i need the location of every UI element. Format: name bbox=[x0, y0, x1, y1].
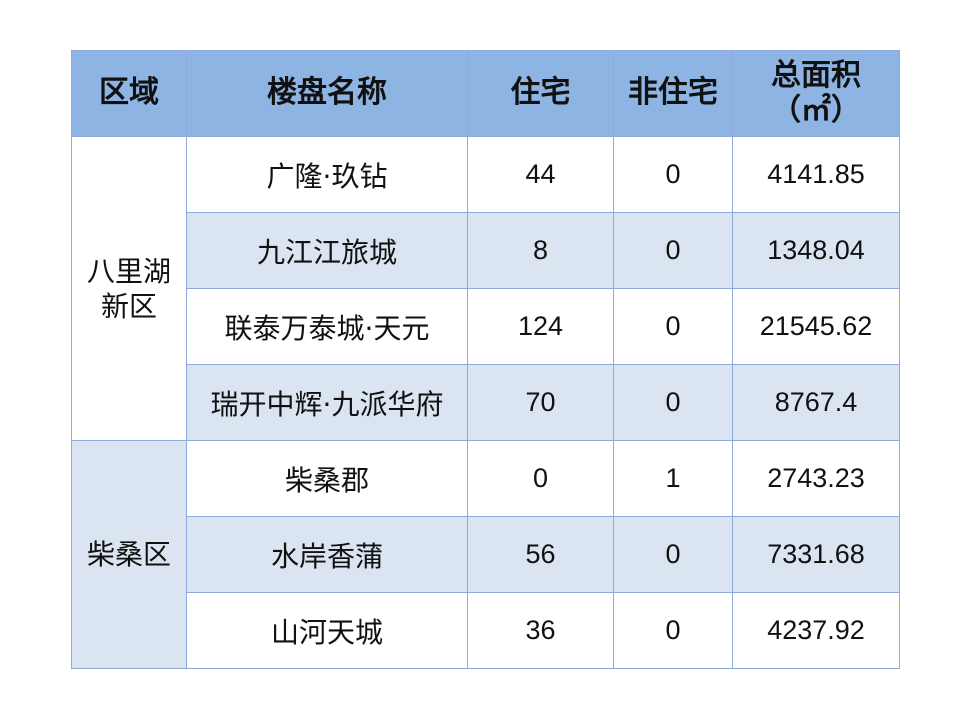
table-header-row: 区域 楼盘名称 住宅 非住宅 总面积 （㎡） bbox=[71, 50, 900, 137]
housing-table: 区域 楼盘名称 住宅 非住宅 总面积 （㎡） 八里湖 新区 广隆·玖钻 44 0… bbox=[71, 50, 900, 669]
header-residential: 住宅 bbox=[467, 50, 614, 137]
district-name-line2: 新区 bbox=[100, 289, 157, 323]
district-cell-balihu: 八里湖 新区 bbox=[71, 136, 187, 441]
residential-count-cell: 124 bbox=[467, 288, 614, 365]
non-residential-count-cell: 0 bbox=[613, 516, 733, 593]
header-total-area-label: 总面积 bbox=[771, 58, 861, 93]
header-district: 区域 bbox=[71, 50, 187, 137]
total-area-cell: 2743.23 bbox=[732, 440, 900, 517]
residential-count-cell: 0 bbox=[467, 440, 614, 517]
residential-count-cell: 36 bbox=[467, 592, 614, 669]
project-name-cell: 柴桑郡 bbox=[186, 440, 468, 517]
total-area-cell: 1348.04 bbox=[732, 212, 900, 289]
total-area-cell: 21545.62 bbox=[732, 288, 900, 365]
header-project-name: 楼盘名称 bbox=[186, 50, 468, 137]
table-row: 山河天城 36 0 4237.92 bbox=[72, 592, 900, 669]
residential-count-cell: 44 bbox=[467, 136, 614, 213]
header-total-area: 总面积 （㎡） bbox=[732, 50, 900, 137]
non-residential-count-cell: 0 bbox=[613, 136, 733, 213]
header-total-area-unit: （㎡） bbox=[771, 92, 861, 128]
total-area-cell: 4237.92 bbox=[732, 592, 900, 669]
non-residential-count-cell: 0 bbox=[613, 288, 733, 365]
district-cell-chaisang: 柴桑区 bbox=[71, 440, 187, 669]
header-non-residential: 非住宅 bbox=[613, 50, 733, 137]
total-area-cell: 4141.85 bbox=[732, 136, 900, 213]
non-residential-count-cell: 0 bbox=[613, 364, 733, 441]
total-area-cell: 8767.4 bbox=[732, 364, 900, 441]
non-residential-count-cell: 0 bbox=[613, 212, 733, 289]
table-row: 水岸香蒲 56 0 7331.68 bbox=[72, 516, 900, 593]
table-row: 柴桑区 柴桑郡 0 1 2743.23 bbox=[71, 440, 900, 669]
total-area-cell: 7331.68 bbox=[732, 516, 900, 593]
district-name-line1: 八里湖 bbox=[86, 254, 171, 288]
residential-count-cell: 56 bbox=[467, 516, 614, 593]
project-name-cell: 联泰万泰城·天元 bbox=[186, 288, 468, 365]
residential-count-cell: 8 bbox=[467, 212, 614, 289]
project-name-cell: 瑞开中辉·九派华府 bbox=[186, 364, 468, 441]
residential-count-cell: 70 bbox=[467, 364, 614, 441]
project-name-cell: 水岸香蒲 bbox=[186, 516, 468, 593]
table-row: 联泰万泰城·天元 124 0 21545.62 bbox=[72, 288, 900, 365]
table-row: 瑞开中辉·九派华府 70 0 8767.4 bbox=[72, 364, 900, 441]
table-row: 九江江旅城 8 0 1348.04 bbox=[72, 212, 900, 289]
project-name-cell: 山河天城 bbox=[186, 592, 468, 669]
district-name-line1: 柴桑区 bbox=[86, 538, 171, 571]
project-name-cell: 广隆·玖钻 bbox=[186, 136, 468, 213]
project-name-cell: 九江江旅城 bbox=[186, 212, 468, 289]
table-row: 八里湖 新区 广隆·玖钻 44 0 4141.85 bbox=[71, 136, 900, 441]
non-residential-count-cell: 1 bbox=[613, 440, 733, 517]
non-residential-count-cell: 0 bbox=[613, 592, 733, 669]
